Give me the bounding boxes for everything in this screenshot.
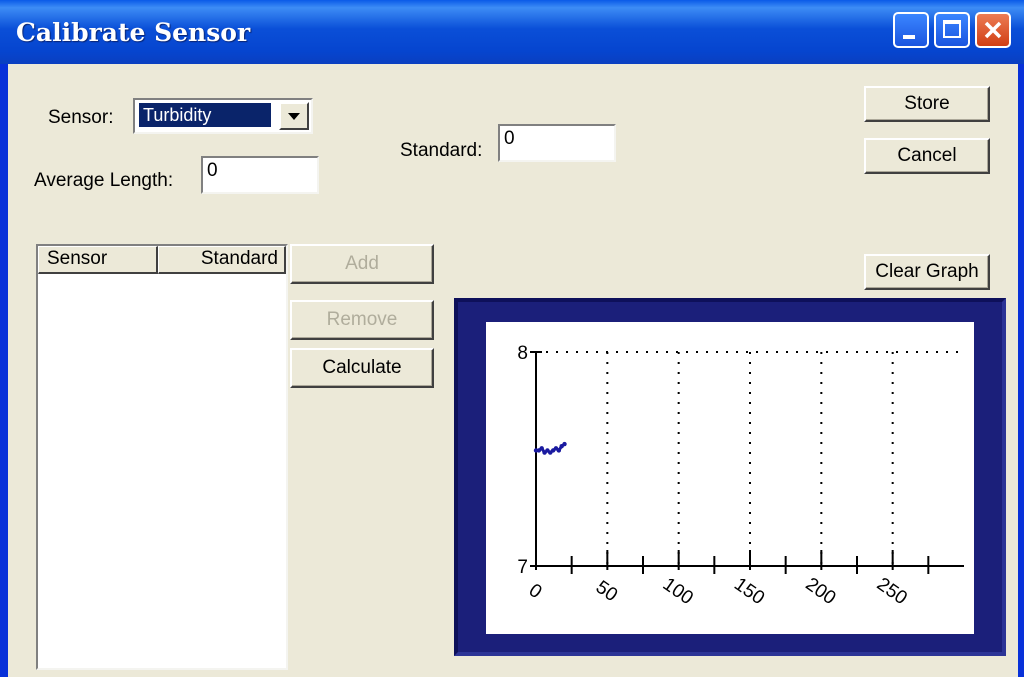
graph-plot-area: 7 8 0 50 100 150 200 250 — [486, 322, 974, 634]
chevron-down-icon[interactable] — [279, 102, 309, 130]
x-tick-label-200: 200 — [801, 574, 839, 609]
standard-field[interactable]: 0 — [498, 124, 616, 162]
cancel-button[interactable]: Cancel — [864, 138, 990, 174]
column-header-standard[interactable]: Standard — [158, 246, 286, 274]
x-tick-label-0: 0 — [525, 580, 546, 603]
title-bar[interactable]: Calibrate Sensor — [0, 0, 1024, 64]
calibration-list[interactable]: Sensor Standard — [36, 244, 288, 670]
store-button[interactable]: Store — [864, 86, 990, 122]
x-tick-label-100: 100 — [659, 574, 697, 609]
minimize-icon[interactable] — [893, 12, 929, 48]
sensor-chart: 7 8 0 50 100 150 200 250 — [517, 343, 964, 609]
y-tick-label-8: 8 — [517, 343, 528, 364]
dialog-body: Sensor: Turbidity Average Length: 0 Stan… — [8, 64, 1018, 677]
sensor-dropdown[interactable]: Turbidity — [133, 98, 313, 134]
calculate-button[interactable]: Calculate — [290, 348, 434, 388]
data-point — [539, 446, 544, 451]
x-tick-label-250: 250 — [873, 574, 911, 609]
window-title: Calibrate Sensor — [16, 18, 251, 47]
standard-label: Standard: — [400, 140, 483, 161]
remove-button[interactable]: Remove — [290, 300, 434, 340]
average-length-label: Average Length: — [34, 170, 174, 191]
data-point — [556, 448, 562, 453]
y-tick-label-7: 7 — [517, 557, 528, 578]
add-button[interactable]: Add — [290, 244, 434, 284]
average-length-field[interactable]: 0 — [201, 156, 319, 194]
dialog-window: Calibrate Sensor Sensor: Turbidity Avera… — [0, 0, 1024, 677]
x-tick-label-50: 50 — [592, 577, 621, 606]
data-point — [562, 441, 567, 447]
close-icon[interactable] — [975, 12, 1011, 48]
x-tick-label-150: 150 — [730, 574, 768, 609]
graph-frame: 7 8 0 50 100 150 200 250 — [454, 298, 1006, 656]
column-header-sensor[interactable]: Sensor — [38, 246, 158, 274]
maximize-icon[interactable] — [934, 12, 970, 48]
sensor-label: Sensor: — [48, 107, 114, 128]
sensor-selected-value: Turbidity — [139, 103, 271, 127]
clear-graph-button[interactable]: Clear Graph — [864, 254, 990, 290]
